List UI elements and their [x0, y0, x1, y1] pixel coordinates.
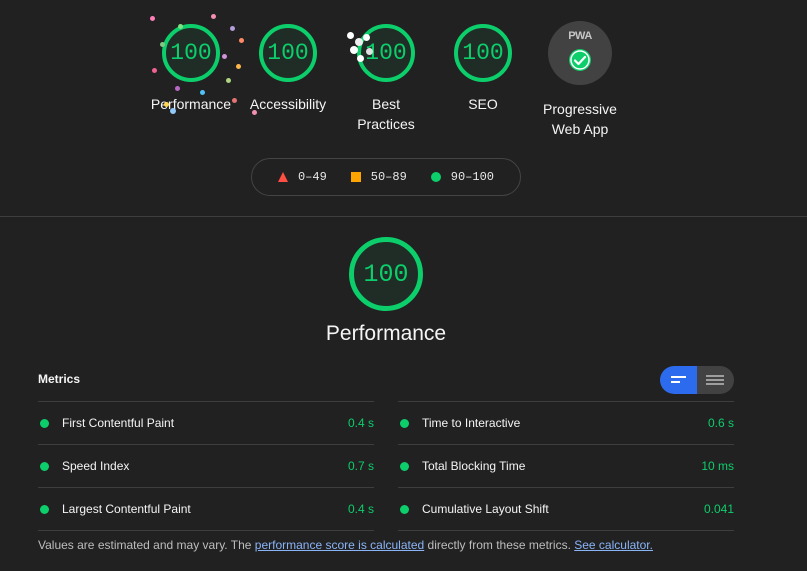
- metric-speed-index[interactable]: Speed Index 0.7 s: [38, 444, 374, 487]
- metric-name: Time to Interactive: [422, 416, 521, 430]
- confetti-dot: [350, 46, 358, 54]
- metrics-column-left: First Contentful Paint 0.4 s Speed Index…: [38, 401, 374, 531]
- metrics-view-toggle[interactable]: [660, 366, 734, 394]
- gauge-label: Progressive Web App: [543, 101, 617, 137]
- score-ring: 100: [162, 24, 220, 82]
- pwa-badge-text: PWA: [568, 30, 592, 42]
- metric-time-to-interactive[interactable]: Time to Interactive 0.6 s: [398, 401, 734, 444]
- metric-name: Speed Index: [62, 459, 130, 473]
- confetti-dot: [363, 34, 370, 41]
- metric-name: Largest Contentful Paint: [62, 502, 191, 516]
- confetti-dot: [226, 78, 231, 83]
- score-gauges: 100 Performance 100 Accessibility 100 Be…: [0, 14, 807, 144]
- pass-dot-icon: [400, 418, 409, 428]
- score-ring: 100: [259, 24, 317, 82]
- gauge-label: Performance: [150, 96, 232, 112]
- gauge-seo[interactable]: 100 SEO: [428, 24, 538, 114]
- metric-value: 0.7 s: [347, 459, 374, 473]
- confetti-dot: [347, 32, 354, 39]
- metric-total-blocking-time[interactable]: Total Blocking Time 10 ms: [398, 444, 734, 487]
- see-calculator-link[interactable]: See calculator.: [574, 538, 653, 552]
- category-title: Performance: [325, 322, 447, 345]
- legend-item-average: 50–89: [350, 170, 407, 184]
- metric-name: First Contentful Paint: [62, 416, 175, 430]
- confetti-dot: [150, 16, 155, 21]
- circle-icon: [430, 172, 441, 182]
- check-icon: [569, 49, 591, 71]
- metric-value: 0.4 s: [347, 502, 374, 516]
- confetti-dot: [239, 38, 244, 43]
- section-divider: [0, 216, 807, 217]
- triangle-icon: [277, 172, 288, 182]
- metric-first-contentful-paint[interactable]: First Contentful Paint 0.4 s: [38, 401, 374, 444]
- expanded-view-button[interactable]: [697, 366, 734, 394]
- category-score-gauge: 100: [349, 237, 423, 311]
- confetti-dot: [230, 26, 235, 31]
- gauge-best-practices[interactable]: 100 Best Practices: [331, 24, 441, 134]
- confetti-dot: [152, 68, 157, 73]
- pass-dot-icon: [40, 461, 49, 471]
- metric-value: 10 ms: [701, 459, 734, 473]
- score-calculation-link[interactable]: performance score is calculated: [255, 538, 424, 552]
- metric-value: 0.6 s: [707, 416, 734, 430]
- pass-dot-icon: [40, 504, 49, 514]
- metrics-column-right: Time to Interactive 0.6 s Total Blocking…: [398, 401, 734, 531]
- score-ring: 100: [454, 24, 512, 82]
- score-legend: 0–49 50–89 90–100: [251, 158, 521, 196]
- confetti-dot: [236, 64, 241, 69]
- confetti-dot: [211, 14, 216, 19]
- metric-name: Cumulative Layout Shift: [422, 502, 549, 516]
- compact-list-icon: [671, 376, 686, 383]
- legend-item-fail: 0–49: [277, 170, 327, 184]
- confetti-dot: [160, 42, 165, 47]
- confetti-dot: [357, 55, 364, 62]
- confetti-dot: [355, 38, 363, 46]
- confetti-dot: [175, 86, 180, 91]
- expanded-list-icon: [706, 375, 724, 385]
- metric-cumulative-layout-shift[interactable]: Cumulative Layout Shift 0.041: [398, 487, 734, 531]
- confetti-dot: [178, 24, 183, 29]
- confetti-dot: [170, 108, 176, 114]
- gauge-label: Best Practices: [357, 96, 415, 132]
- confetti-dot: [232, 98, 237, 103]
- confetti-dot: [366, 48, 373, 55]
- gauge-label: Accessibility: [249, 96, 327, 112]
- metric-largest-contentful-paint[interactable]: Largest Contentful Paint 0.4 s: [38, 487, 374, 531]
- metrics-heading: Metrics: [38, 372, 81, 386]
- metric-value: 0.041: [703, 502, 734, 516]
- confetti-dot: [200, 90, 205, 95]
- pass-dot-icon: [400, 504, 409, 514]
- pwa-badge: PWA: [548, 21, 612, 85]
- compact-view-button[interactable]: [660, 366, 697, 394]
- square-icon: [350, 172, 361, 182]
- metric-value: 0.4 s: [347, 416, 374, 430]
- metrics-footnote: Values are estimated and may vary. The p…: [38, 538, 653, 552]
- confetti-dot: [252, 110, 257, 115]
- pass-dot-icon: [400, 461, 409, 471]
- legend-item-pass: 90–100: [430, 170, 494, 184]
- gauge-accessibility[interactable]: 100 Accessibility: [233, 24, 343, 114]
- gauge-label: SEO: [468, 96, 498, 112]
- pass-dot-icon: [40, 418, 49, 428]
- metric-name: Total Blocking Time: [422, 459, 526, 473]
- confetti-dot: [222, 54, 227, 59]
- confetti-dot: [164, 102, 169, 107]
- gauge-pwa[interactable]: PWA Progressive Web App: [525, 21, 635, 139]
